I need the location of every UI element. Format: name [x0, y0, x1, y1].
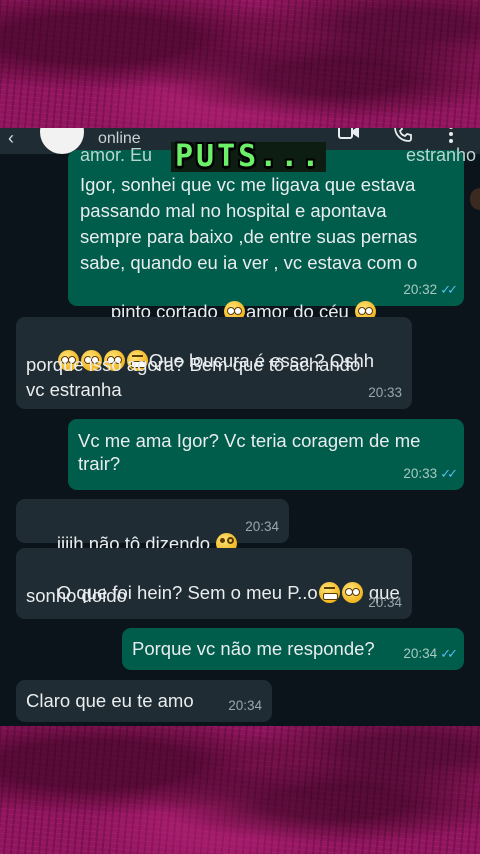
decorative-frame-bottom — [0, 726, 480, 854]
message-text: Claro que eu te amo — [26, 690, 194, 711]
message-time: 20:34 — [403, 646, 438, 661]
message-text: Vc me ama Igor? Vc teria coragem de me t… — [78, 430, 421, 474]
message-bubble-incoming[interactable]: iiiih não tô dizendo 20:34 — [16, 499, 289, 554]
message-line: vc estranha — [26, 379, 122, 400]
message-line: amor. Eu — [80, 145, 153, 165]
message-time: 20:34 — [245, 519, 279, 534]
message-line: passando mal no hospital e apontava — [80, 200, 387, 221]
message-time: 20:33 — [403, 466, 438, 481]
message-bubble-incoming[interactable]: Que loucura é essa ? Oshh porque isso ag… — [16, 317, 412, 409]
message-line: sonho doido — [26, 585, 127, 606]
overlay-caption: PUTS... — [171, 142, 327, 172]
message-line: sabe, quando eu ia ver , vc estava com o — [80, 252, 418, 273]
back-arrow-icon[interactable]: ‹ — [8, 128, 14, 148]
message-time: 20:33 — [368, 385, 402, 400]
message-time: 20:34 — [368, 595, 402, 610]
message-meta: 20:34 ✓✓ — [403, 642, 458, 665]
message-bubble-outgoing[interactable]: Porque vc não me responde? 20:34 ✓✓ — [122, 628, 464, 670]
chat-window: ‹ online amor. Eu estranho Igor, sonhei … — [0, 128, 480, 726]
message-bubble-incoming[interactable]: O que foi hein? Sem o meu P..o que sonho… — [16, 548, 412, 619]
grimacing-face-icon — [318, 582, 340, 603]
message-line: porque isso agora? Bem que tô achando — [26, 354, 361, 375]
message-bubble-incoming[interactable]: Claro que eu te amo 20:34 — [16, 680, 272, 722]
message-line: sempre para baixo ,de entre suas pernas — [80, 226, 418, 247]
message-bubble-outgoing[interactable]: Vc me ama Igor? Vc teria coragem de me t… — [68, 419, 464, 490]
read-receipt-icon: ✓✓ — [440, 646, 458, 661]
decorative-frame-top — [0, 0, 480, 130]
flushed-face-icon — [341, 582, 363, 603]
read-receipt-icon: ✓✓ — [440, 282, 458, 297]
message-line-partial: estranho — [406, 145, 477, 165]
message-meta: 20:33 ✓✓ — [403, 462, 458, 485]
video-call-icon[interactable] — [338, 128, 360, 145]
scroll-indicator[interactable] — [470, 188, 480, 210]
read-receipt-icon: ✓✓ — [440, 466, 458, 481]
message-meta: 20:32 ✓✓ — [403, 278, 458, 301]
message-line: Igor, sonhei que vc me ligava que estava — [80, 174, 416, 195]
message-time: 20:32 — [403, 282, 438, 297]
message-time: 20:34 — [228, 698, 262, 713]
